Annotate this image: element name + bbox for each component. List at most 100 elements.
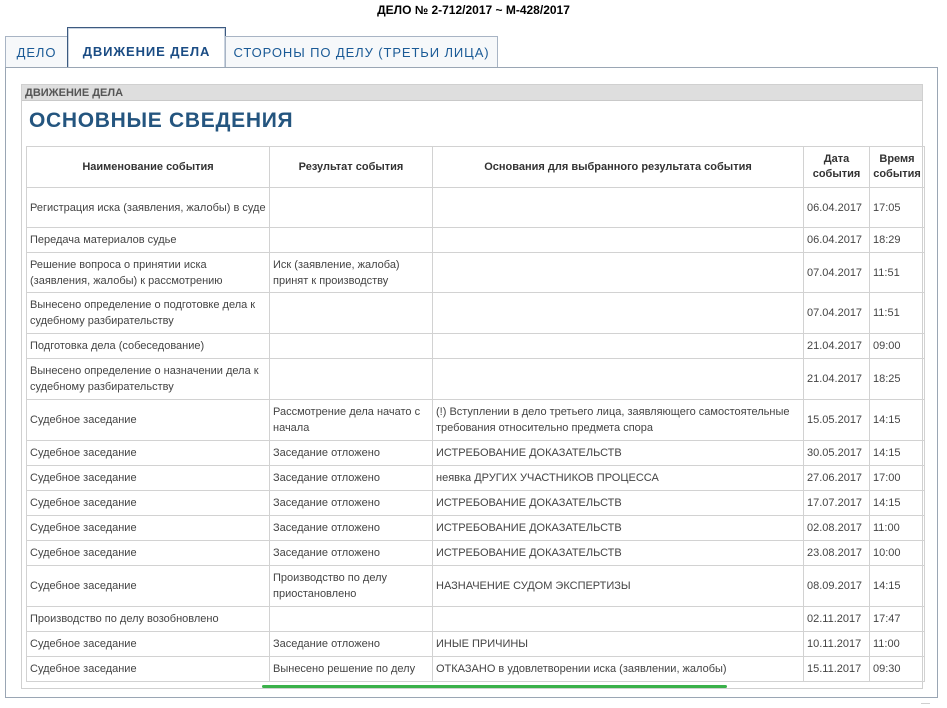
cell-grounds: ОТКАЗАНО в удовлетворении иска (заявлени… [432,656,804,682]
cell-date: 10.11.2017 [803,631,870,657]
cell-date: 06.04.2017 [803,227,870,253]
cell-event-result: Заседание отложено [269,465,433,491]
cell-date: 06.04.2017 [803,187,870,228]
cell-time: 18:25 [869,358,925,400]
cell-time: 09:00 [869,333,925,359]
cell-date: 30.05.2017 [803,440,870,466]
tab-case-movement[interactable]: ДВИЖЕНИЕ ДЕЛА [67,27,226,69]
cell-grounds: ИСТРЕБОВАНИЕ ДОКАЗАТЕЛЬСТВ [432,540,804,566]
table-row: Вынесено определение о подготовке дела к… [26,292,925,334]
tab-case[interactable]: ДЕЛО [5,36,68,67]
cell-event-name: Судебное заседание [26,515,270,541]
cell-grounds: ИСТРЕБОВАНИЕ ДОКАЗАТЕЛЬСТВ [432,515,804,541]
cell-grounds: НАЗНАЧЕНИЕ СУДОМ ЭКСПЕРТИЗЫ [432,565,804,607]
cell-time: 11:51 [869,252,925,293]
cell-date: 23.08.2017 [803,540,870,566]
table-row: Производство по делу возобновлено 02.11.2… [26,606,925,632]
table-row: Решение вопроса о принятии иска (заявлен… [26,252,925,293]
cell-date: 21.04.2017 [803,333,870,359]
cell-event-name: Судебное заседание [26,399,270,441]
cell-date: 15.11.2017 [803,656,870,682]
cell-event-name: Судебное заседание [26,440,270,466]
cell-time: 18:29 [869,227,925,253]
page-title: ОСНОВНЫЕ СВЕДЕНИЯ [29,109,294,132]
cell-event-name: Судебное заседание [26,631,270,657]
cell-time: 11:00 [869,631,925,657]
cell-event-result: Заседание отложено [269,440,433,466]
cell-date: 17.07.2017 [803,490,870,516]
cell-event-name: Решение вопроса о принятии иска (заявлен… [26,252,270,293]
case-title: ДЕЛО № 2-712/2017 ~ М-428/2017 [377,3,570,17]
table-row: Судебное заседание Заседание отложено ИСТР… [26,540,925,566]
cell-time: 14:15 [869,565,925,607]
cell-grounds [432,292,804,334]
cell-time: 11:00 [869,515,925,541]
cell-event-name: Судебное заседание [26,656,270,682]
cell-date: 08.09.2017 [803,565,870,607]
column-header-grounds: Основания для выбранного результата собы… [432,146,804,188]
cell-time: 14:15 [869,399,925,441]
cell-grounds [432,187,804,228]
section-label: ДВИЖЕНИЕ ДЕЛА [22,85,922,101]
cell-event-name: Передача материалов судье [26,227,270,253]
table-row: Регистрация иска (заявления, жалобы) в с… [26,187,925,228]
column-header-event-result: Результат события [269,146,433,188]
table-row: Судебное заседание Заседание отложено ИСТР… [26,440,925,466]
cell-event-result [269,292,433,334]
cell-event-name: Регистрация иска (заявления, жалобы) в с… [26,187,270,228]
cell-time: 17:47 [869,606,925,632]
cell-time: 11:51 [869,292,925,334]
cell-grounds: (!) Вступлении в дело третьего лица, зая… [432,399,804,441]
cell-event-result: Производство по делу приостановлено [269,565,433,607]
table-row: Судебное заседание Заседание отложено неяв… [26,465,925,491]
table-row: Судебное заседание Вынесено решение по де… [26,656,925,682]
table-row: Судебное заседание Производство по делу п… [26,565,925,607]
cell-grounds [432,606,804,632]
cell-event-result: Иск (заявление, жалоба) принят к произво… [269,252,433,293]
cell-event-result: Заседание отложено [269,490,433,516]
column-header-event-name: Наименование события [26,146,270,188]
cell-event-result [269,606,433,632]
case-movement-section: ДВИЖЕНИЕ ДЕЛА ОСНОВНЫЕ СВЕДЕНИЯ Наименов… [21,84,925,689]
events-table-body: Регистрация иска (заявления, жалобы) в с… [26,187,925,682]
cell-date: 02.08.2017 [803,515,870,541]
cell-time: 10:00 [869,540,925,566]
cell-event-name: Судебное заседание [26,565,270,607]
cell-event-result: Заседание отложено [269,515,433,541]
column-header-date: Дата события [803,146,870,188]
highlight-underline [262,685,727,688]
cell-date: 02.11.2017 [803,606,870,632]
cell-event-name: Подготовка дела (собеседование) [26,333,270,359]
cell-event-result: Заседание отложено [269,540,433,566]
cell-grounds [432,252,804,293]
table-header-row: Наименование события Результат события О… [26,146,925,188]
cell-event-result [269,358,433,400]
cell-event-name: Судебное заседание [26,540,270,566]
table-row: Вынесено определение о назначении дела к… [26,358,925,400]
table-row: Судебное заседание Рассмотрение дела нача… [26,399,925,441]
cell-grounds: ИСТРЕБОВАНИЕ ДОКАЗАТЕЛЬСТВ [432,490,804,516]
cell-event-result: Заседание отложено [269,631,433,657]
cell-time: 17:00 [869,465,925,491]
table-row: Подготовка дела (собеседование) 21.04.201… [26,333,925,359]
cell-grounds [432,333,804,359]
cell-date: 07.04.2017 [803,252,870,293]
cell-grounds [432,358,804,400]
cell-time: 09:30 [869,656,925,682]
table-row: Передача материалов судье 06.04.2017 18:29 [26,227,925,253]
cell-event-result [269,187,433,228]
column-header-time: Время события [869,146,925,188]
cell-date: 21.04.2017 [803,358,870,400]
tab-parties[interactable]: СТОРОНЫ ПО ДЕЛУ (ТРЕТЬИ ЛИЦА) [225,36,498,67]
cell-grounds [432,227,804,253]
events-table: Наименование события Результат события О… [26,146,925,682]
cell-event-result: Рассмотрение дела начато с начала [269,399,433,441]
table-row: Судебное заседание Заседание отложено ИНЫЕ… [26,631,925,657]
cell-event-name: Производство по делу возобновлено [26,606,270,632]
cell-time: 14:15 [869,490,925,516]
table-row: Судебное заседание Заседание отложено ИСТР… [26,515,925,541]
cell-event-result: Вынесено решение по делу [269,656,433,682]
cell-time: 17:05 [869,187,925,228]
table-row: Судебное заседание Заседание отложено ИСТР… [26,490,925,516]
cell-event-name: Вынесено определение о подготовке дела к… [26,292,270,334]
